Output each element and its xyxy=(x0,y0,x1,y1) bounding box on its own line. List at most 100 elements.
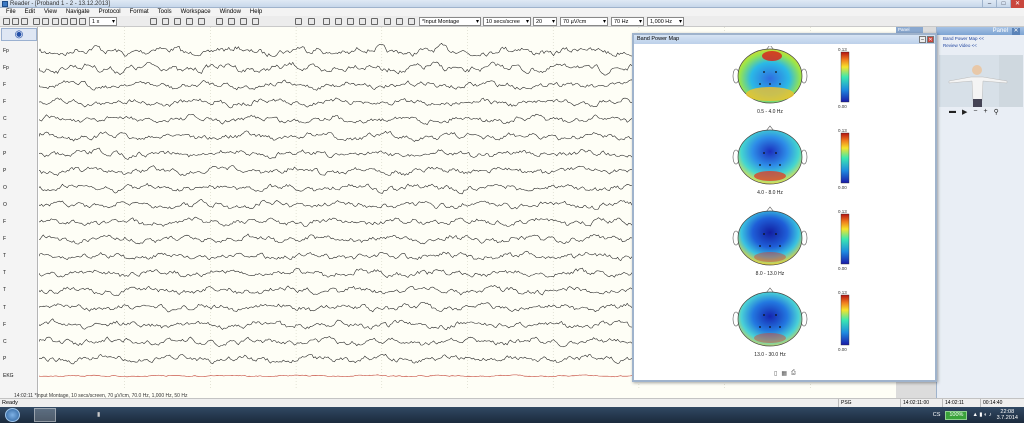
popup-close-button[interactable]: ✕ xyxy=(927,36,934,43)
menu-help[interactable]: Help xyxy=(250,8,262,16)
save-icon[interactable] xyxy=(3,18,10,25)
back-icon[interactable] xyxy=(42,18,49,25)
taskbar-app-small[interactable]: ▮ xyxy=(97,411,103,419)
undo-icon[interactable] xyxy=(216,18,223,25)
view-eye-button[interactable]: ◉ xyxy=(1,28,37,41)
eye-icon[interactable] xyxy=(323,18,330,25)
step-forward-icon[interactable] xyxy=(79,18,86,25)
speed-select[interactable]: 1 x xyxy=(89,17,117,26)
montage-select[interactable]: *Input Montage xyxy=(419,17,481,26)
page-icon[interactable]: ▯ xyxy=(774,370,777,377)
tray-icons[interactable]: ▲ ▮ ◐ ♪ xyxy=(972,412,991,418)
bookmark-icon[interactable] xyxy=(186,18,193,25)
review-video-link[interactable]: Review Video << xyxy=(937,42,1024,49)
electrode-dot xyxy=(763,152,765,154)
channel-label[interactable]: F xyxy=(3,99,6,105)
start-button[interactable] xyxy=(5,408,20,422)
grid-icon[interactable]: ▦ xyxy=(781,370,787,377)
step-back-icon[interactable] xyxy=(61,18,68,25)
band-map-2: 8.0 - 13.0 Hz 0.13 0.00 xyxy=(732,206,850,277)
montage-icon[interactable] xyxy=(359,18,366,25)
list-icon[interactable] xyxy=(396,18,403,25)
play-icon[interactable] xyxy=(70,18,77,25)
video-zoom-icon[interactable]: ⚲ xyxy=(994,108,999,116)
print-icon[interactable] xyxy=(21,18,28,25)
low-filter-select[interactable]: 70 Hz xyxy=(611,17,644,26)
menu-file[interactable]: File xyxy=(6,8,16,16)
popup-minimize-button[interactable]: – xyxy=(919,36,926,43)
channel-label[interactable]: F xyxy=(3,82,6,88)
chart-icon[interactable] xyxy=(335,18,342,25)
video-plus-icon[interactable]: + xyxy=(983,108,987,116)
channel-label[interactable]: C xyxy=(3,116,7,122)
annotation-icon[interactable] xyxy=(174,18,181,25)
band-power-map-link[interactable]: Band Power Map << xyxy=(937,35,1024,42)
channel-label[interactable]: F xyxy=(3,219,6,225)
video-icon[interactable] xyxy=(384,18,391,25)
band-power-map-window[interactable]: Band Power Map – ✕ 0.5 - 4.0 Hz 0.13 0.0… xyxy=(632,33,937,382)
channel-label[interactable]: F xyxy=(3,322,6,328)
channel-label[interactable]: O xyxy=(3,185,7,191)
event-icon[interactable] xyxy=(162,18,169,25)
video-minus-icon[interactable]: − xyxy=(973,108,977,116)
filter-icon[interactable] xyxy=(371,18,378,25)
menu-format[interactable]: Format xyxy=(130,8,149,16)
channel-label[interactable]: O xyxy=(3,202,7,208)
high-filter-select[interactable]: 1,000 Hz xyxy=(647,17,684,26)
channel-label[interactable]: EKG xyxy=(3,373,14,379)
channel-label[interactable]: P xyxy=(3,356,6,362)
channel-label[interactable]: T xyxy=(3,305,6,311)
timebase-select[interactable]: 10 secs/scree xyxy=(483,17,531,26)
electrode-dot xyxy=(759,326,761,328)
clock[interactable]: 22:08 3.7.2014 xyxy=(997,409,1018,421)
measure-icon[interactable] xyxy=(252,18,259,25)
menu-view[interactable]: View xyxy=(44,8,57,16)
video-menu-icon[interactable]: ▬ xyxy=(949,108,956,116)
menu-navigate[interactable]: Navigate xyxy=(66,8,90,16)
channel-label[interactable]: T xyxy=(3,270,6,276)
channel-icon[interactable] xyxy=(295,18,302,25)
close-button[interactable]: ✕ xyxy=(1010,0,1024,8)
menu-tools[interactable]: Tools xyxy=(158,8,172,16)
electrode-dot xyxy=(779,83,781,85)
language-indicator[interactable]: CS xyxy=(933,412,941,418)
channel-label[interactable]: P xyxy=(3,168,6,174)
select-icon[interactable] xyxy=(240,18,247,25)
maximize-button[interactable]: □ xyxy=(996,0,1010,8)
channel-label[interactable]: F xyxy=(3,236,6,242)
menu-workspace[interactable]: Workspace xyxy=(181,8,211,16)
select-rect-icon[interactable] xyxy=(228,18,235,25)
color-scale-bar xyxy=(840,132,850,184)
clip-icon[interactable] xyxy=(198,18,205,25)
electrode-dot xyxy=(763,233,765,235)
channel-label[interactable]: Fp xyxy=(3,48,9,54)
channel-label[interactable]: P xyxy=(3,151,6,157)
band-map-1: 4.0 - 8.0 Hz 0.13 0.00 xyxy=(732,125,850,196)
marker-icon[interactable] xyxy=(150,18,157,25)
app-icon xyxy=(2,1,8,7)
video-play-icon[interactable]: ▶ xyxy=(962,108,967,116)
sensitivity-select[interactable]: 70 µV/cm xyxy=(560,17,608,26)
print-map-icon[interactable]: ⎙ xyxy=(791,370,796,377)
menu-window[interactable]: Window xyxy=(220,8,241,16)
channel-label[interactable]: C xyxy=(3,134,7,140)
map-icon[interactable] xyxy=(408,18,415,25)
side-panel-close-button[interactable]: ✕ xyxy=(1012,27,1020,35)
zoom-icon[interactable] xyxy=(308,18,315,25)
open-icon[interactable] xyxy=(12,18,19,25)
page-select[interactable]: 20 xyxy=(533,17,557,26)
menu-edit[interactable]: Edit xyxy=(25,8,35,16)
electrode-dot xyxy=(779,326,781,328)
channel-label-panel: ◉ Fp Fp F F C C P P O O F F T T T T F C P EKG xyxy=(0,27,38,398)
minimize-button[interactable]: – xyxy=(982,0,996,8)
rewind-icon[interactable] xyxy=(33,18,40,25)
battery-indicator[interactable]: 100% xyxy=(945,410,968,420)
channel-label[interactable]: T xyxy=(3,287,6,293)
menu-protocol[interactable]: Protocol xyxy=(99,8,121,16)
channel-label[interactable]: Fp xyxy=(3,65,9,71)
taskbar-app-reader[interactable] xyxy=(34,408,56,422)
stop-icon[interactable] xyxy=(52,18,59,25)
settings-icon[interactable] xyxy=(347,18,354,25)
channel-label[interactable]: C xyxy=(3,339,7,345)
channel-label[interactable]: T xyxy=(3,253,6,259)
